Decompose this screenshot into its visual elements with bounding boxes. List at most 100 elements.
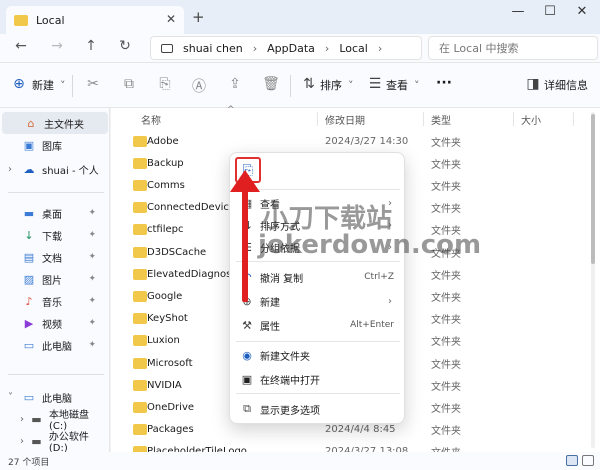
table-row[interactable]: Adobe 2024/3/27 14:30 文件夹: [111, 130, 600, 152]
drive-icon: ▬: [31, 434, 42, 448]
file-type: 文件夹: [431, 181, 461, 193]
breadcrumb-appdata[interactable]: AppData: [267, 42, 315, 55]
divider[interactable]: [513, 112, 514, 126]
menu-item-new-folder[interactable]: ◉ 新建文件夹: [230, 343, 406, 367]
details-view-button[interactable]: [566, 455, 578, 466]
sidebar-item-downloads[interactable]: ↓ 下载 ✦: [0, 224, 106, 246]
divider: [236, 393, 400, 394]
sidebar-item-videos[interactable]: ▶ 视频 ✦: [0, 312, 106, 334]
folder-icon: [133, 179, 147, 191]
pin-icon[interactable]: ✦: [88, 340, 96, 350]
pin-icon[interactable]: ✦: [88, 230, 96, 240]
copy-icon[interactable]: ⧉: [120, 76, 138, 92]
tab-close-icon[interactable]: ✕: [166, 12, 176, 26]
divider[interactable]: [573, 112, 574, 126]
file-type: 文件夹: [431, 337, 461, 349]
chevron-right-icon[interactable]: ›: [378, 42, 382, 55]
divider: [236, 189, 400, 190]
sort-button[interactable]: 排序 ˅: [320, 77, 354, 93]
sidebar-item-pictures[interactable]: ▨ 图片 ✦: [0, 268, 106, 290]
new-button[interactable]: 新建 ˅: [32, 77, 66, 93]
pin-icon[interactable]: ✦: [88, 296, 96, 306]
status-bar: 27 个项目: [0, 452, 600, 470]
folder-icon: [133, 313, 147, 325]
menu-item-undo-copy[interactable]: ↶ 撤消 复制 Ctrl+Z: [230, 265, 406, 289]
share-icon[interactable]: ⇪: [226, 76, 244, 92]
chevron-right-icon[interactable]: ›: [253, 42, 257, 55]
cut-icon[interactable]: ✂: [84, 76, 102, 92]
sidebar-item-label: 此电脑: [42, 393, 72, 405]
menu-item-show-more-options[interactable]: ⧉ 显示更多选项: [230, 397, 406, 421]
file-type: 文件夹: [431, 426, 461, 438]
folder-icon: [133, 268, 147, 280]
file-type: 文件夹: [431, 403, 461, 415]
folder-icon: [133, 379, 147, 391]
sidebar-item-this-pc[interactable]: ▭ 此电脑: [0, 386, 106, 408]
sidebar-item-this-pc-pinned[interactable]: ▭ 此电脑 ✦: [0, 334, 106, 356]
search-input[interactable]: 在 Local 中搜索: [428, 36, 598, 60]
new-tab-button[interactable]: +: [192, 8, 205, 26]
file-type: 文件夹: [431, 204, 461, 216]
chevron-right-icon[interactable]: ›: [325, 42, 329, 55]
sort-label: 排序: [320, 79, 342, 92]
sidebar-item-label: 下载: [42, 231, 62, 243]
view-button[interactable]: 查看 ˅: [386, 77, 420, 93]
pin-icon[interactable]: ✦: [88, 252, 96, 262]
sidebar-item-music[interactable]: ♪ 音乐 ✦: [0, 290, 106, 312]
minimize-button[interactable]: —: [508, 4, 528, 19]
file-type: 文件夹: [431, 292, 461, 304]
view-label: 查看: [386, 79, 408, 92]
delete-icon[interactable]: 🗑: [262, 76, 280, 92]
sidebar-item-documents[interactable]: ▤ 文档 ✦: [0, 246, 106, 268]
music-icon: ♪: [25, 294, 33, 308]
up-button[interactable]: ↑: [82, 38, 100, 54]
back-button[interactable]: ←: [12, 38, 30, 54]
sidebar-item-gallery[interactable]: ▣ 图库: [0, 134, 106, 156]
refresh-button[interactable]: ↻: [116, 38, 134, 54]
menu-item-label: 撤消 复制: [260, 273, 304, 285]
plus-icon: ⊕: [13, 76, 25, 92]
divider[interactable]: [317, 112, 318, 126]
pin-icon[interactable]: ✦: [88, 318, 96, 328]
rename-icon[interactable]: Ⓐ: [190, 76, 208, 96]
pin-icon[interactable]: ✦: [88, 274, 96, 284]
folder-icon: [133, 335, 147, 347]
file-modified-date: 2024/3/27 14:30: [325, 135, 409, 147]
column-header-type[interactable]: 类型: [431, 112, 451, 127]
sidebar-item-onedrive[interactable]: ☁ shuai - 个人: [0, 158, 106, 180]
column-header-modified[interactable]: 修改日期: [325, 112, 365, 127]
menu-item-open-terminal[interactable]: ▣ 在终端中打开: [230, 367, 406, 391]
file-type: 文件夹: [431, 381, 461, 393]
scrollbar-thumb[interactable]: [591, 114, 595, 264]
details-button[interactable]: 详细信息: [544, 77, 588, 93]
column-header-size[interactable]: 大小: [521, 112, 541, 127]
pin-icon[interactable]: ✦: [88, 208, 96, 218]
address-bar[interactable]: shuai chen › AppData › Local ›: [150, 36, 422, 60]
paste-icon[interactable]: ⎘: [156, 76, 174, 92]
divider[interactable]: [423, 112, 424, 126]
menu-item-properties[interactable]: ⚒ 属性 Alt+Enter: [230, 313, 406, 337]
menu-item-new[interactable]: ⊕ 新建 ›: [230, 289, 406, 313]
folder-icon: [133, 157, 147, 169]
maximize-button[interactable]: ☐: [540, 4, 560, 19]
terminal-icon: ▣: [241, 372, 253, 386]
forward-button[interactable]: →: [48, 38, 66, 54]
sidebar-item-home[interactable]: ⌂ 主文件夹: [2, 112, 108, 134]
tiles-view-button[interactable]: [582, 455, 594, 466]
breadcrumb-user[interactable]: shuai chen: [183, 42, 243, 55]
sidebar-item-desktop[interactable]: ▬ 桌面 ✦: [0, 202, 106, 224]
menu-item-label: 在终端中打开: [260, 375, 320, 387]
close-window-button[interactable]: ✕: [572, 4, 592, 19]
breadcrumb-local[interactable]: Local: [339, 42, 368, 55]
scrollbar[interactable]: [591, 112, 595, 448]
sidebar-item-drive-d[interactable]: ▬ 办公软件 (D:): [0, 430, 106, 454]
sidebar-item-drive-c[interactable]: ▬ 本地磁盘 (C:): [0, 408, 106, 432]
shortcut-label: Alt+Enter: [350, 320, 394, 330]
tab-local[interactable]: Local ✕: [6, 6, 184, 34]
column-header-name[interactable]: 名称: [141, 112, 161, 127]
file-type: 文件夹: [431, 359, 461, 371]
computer-icon: ▭: [23, 338, 35, 352]
divider: [72, 75, 73, 97]
more-options-button[interactable]: ···: [436, 75, 452, 91]
watermark-logo-url: jokerdown.com: [258, 230, 482, 260]
